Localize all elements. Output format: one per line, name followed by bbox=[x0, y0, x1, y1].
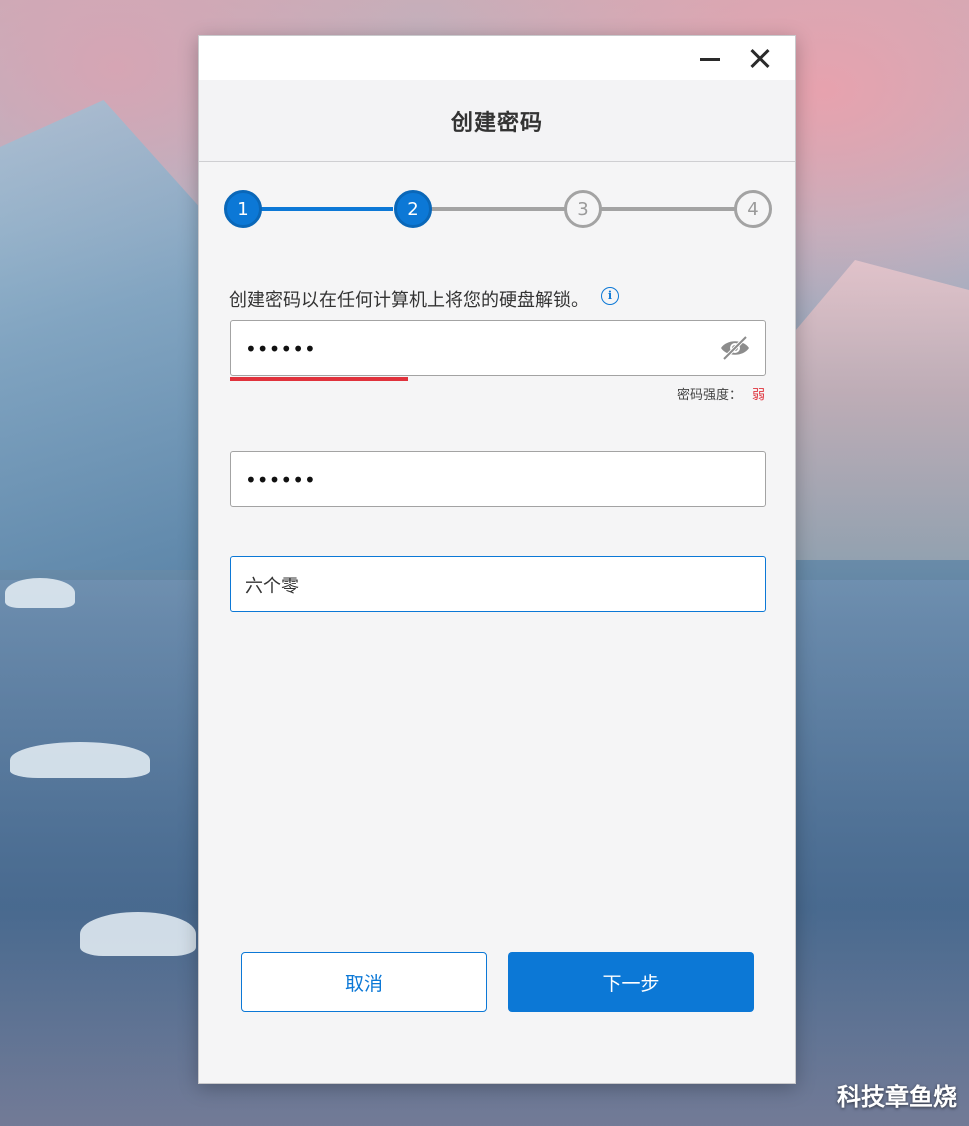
create-password-dialog: 创建密码 1 2 3 4 创建密码以在任何计算机上将您的硬盘解锁。 i 密码强度… bbox=[198, 35, 796, 1084]
password-strength-bar bbox=[230, 377, 408, 381]
password-hint-input[interactable] bbox=[243, 557, 707, 613]
confirm-password-input[interactable] bbox=[243, 452, 707, 508]
title-bar bbox=[199, 36, 795, 80]
step-connector-2-3 bbox=[431, 207, 565, 211]
password-strength-label: 密码强度： bbox=[676, 388, 742, 403]
password-hint-field[interactable] bbox=[230, 556, 766, 613]
background-glacier-right bbox=[779, 260, 969, 560]
close-icon[interactable] bbox=[743, 42, 777, 76]
step-connector-3-4 bbox=[601, 207, 735, 211]
eye-slash-icon[interactable] bbox=[719, 334, 751, 362]
background-glacier-left bbox=[0, 100, 230, 570]
background-ice-floe bbox=[10, 742, 150, 778]
step-1: 1 bbox=[224, 190, 262, 228]
background-ice-floe bbox=[80, 912, 196, 956]
dialog-header: 创建密码 bbox=[199, 80, 795, 162]
minimize-icon[interactable] bbox=[693, 42, 727, 76]
step-3: 3 bbox=[564, 190, 602, 228]
password-strength: 密码强度： 弱 bbox=[677, 384, 765, 403]
next-button[interactable]: 下一步 bbox=[508, 952, 754, 1012]
password-strength-value: 弱 bbox=[751, 388, 765, 403]
step-indicator: 1 2 3 4 bbox=[199, 188, 797, 232]
step-2: 2 bbox=[394, 190, 432, 228]
background-ice-floe bbox=[5, 578, 75, 608]
password-field[interactable] bbox=[230, 320, 766, 377]
step-connector-1-2 bbox=[241, 207, 393, 211]
confirm-password-field[interactable] bbox=[230, 451, 766, 508]
watermark: 科技章鱼烧 bbox=[837, 1083, 957, 1111]
cancel-button[interactable]: 取消 bbox=[241, 952, 487, 1012]
password-input[interactable] bbox=[243, 321, 707, 377]
password-prompt-text: 创建密码以在任何计算机上将您的硬盘解锁。 bbox=[229, 290, 589, 311]
dialog-title: 创建密码 bbox=[450, 110, 543, 136]
info-icon[interactable]: i bbox=[601, 287, 619, 305]
password-prompt: 创建密码以在任何计算机上将您的硬盘解锁。 i bbox=[229, 286, 619, 312]
step-4: 4 bbox=[734, 190, 772, 228]
